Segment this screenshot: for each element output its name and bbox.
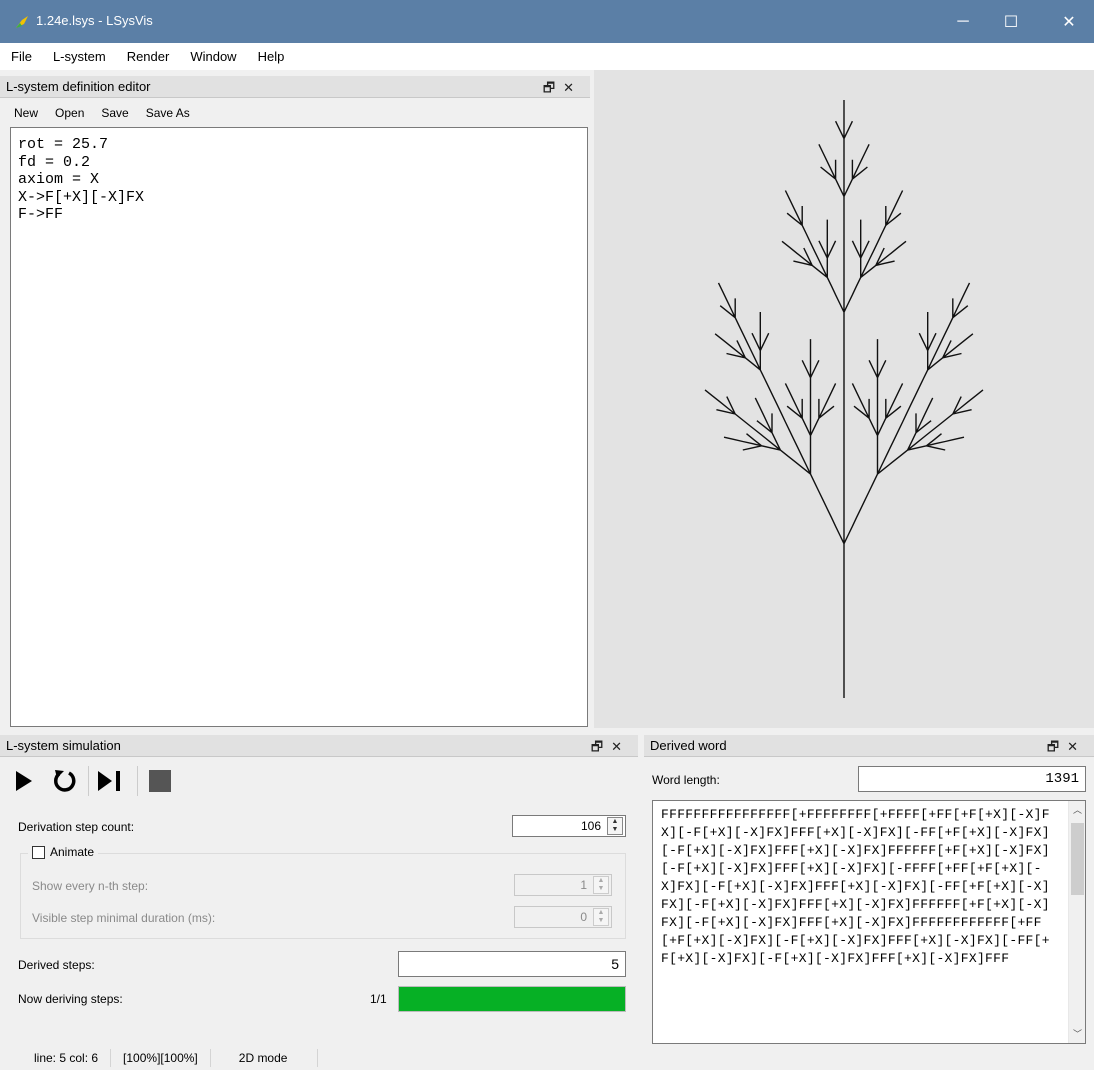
- progress-fill: [399, 987, 625, 1011]
- scroll-down-icon[interactable]: ﹀: [1069, 1025, 1085, 1043]
- scroll-thumb[interactable]: [1071, 823, 1084, 895]
- now-deriving-value: 1/1: [370, 992, 387, 1006]
- menu-l-system[interactable]: L-system: [50, 47, 109, 66]
- scroll-up-icon[interactable]: ︿: [1069, 801, 1085, 819]
- zoom-status: [100%][100%]: [111, 1049, 211, 1067]
- reset-icon[interactable]: [52, 768, 78, 794]
- min-duration-spinbox[interactable]: 0 ▲ ▼: [514, 906, 612, 928]
- close-button[interactable]: ✕: [1046, 0, 1092, 43]
- show-nth-spinbox[interactable]: 1 ▲ ▼: [514, 874, 612, 896]
- min-duration-label: Visible step minimal duration (ms):: [32, 911, 216, 925]
- dock-close-icon[interactable]: ✕: [611, 739, 630, 754]
- derived-word-textbox[interactable]: FFFFFFFFFFFFFFFF[+FFFFFFFF[+FFFF[+FF[+F[…: [652, 800, 1086, 1044]
- minimize-button[interactable]: ─: [940, 0, 986, 43]
- stop-icon[interactable]: [148, 769, 172, 793]
- editor-toolbar: New Open Save Save As: [12, 101, 205, 125]
- menu-render[interactable]: Render: [124, 47, 173, 66]
- tree-branches: [704, 100, 984, 698]
- render-mode: 2D mode: [211, 1049, 319, 1067]
- show-nth-label: Show every n-th step:: [32, 879, 149, 893]
- float-icon[interactable]: 🗗: [543, 80, 563, 95]
- cursor-position: line: 5 col: 6: [0, 1049, 112, 1067]
- simulation-dock-header: L-system simulation 🗗✕: [0, 735, 638, 757]
- derivation-step-label: Derivation step count:: [18, 820, 135, 834]
- render-canvas[interactable]: [594, 70, 1094, 728]
- word-length-label: Word length:: [652, 773, 720, 787]
- word-length-field: 1391: [858, 766, 1086, 792]
- lsystem-tree-render: [704, 100, 984, 698]
- save-button[interactable]: Save: [99, 104, 130, 122]
- lsystem-editor[interactable]: rot = 25.7 fd = 0.2 axiom = X X->F[+X][-…: [10, 127, 588, 727]
- title-bar: 1.24e.lsys - LSysVis ─ ☐ ✕: [0, 0, 1094, 43]
- derivation-step-spinbox[interactable]: 106 ▲ ▼: [512, 815, 626, 837]
- menu-window[interactable]: Window: [187, 47, 239, 66]
- menu-help[interactable]: Help: [255, 47, 288, 66]
- dock-close-icon[interactable]: ✕: [1067, 739, 1086, 754]
- maximize-button[interactable]: ☐: [988, 0, 1034, 43]
- play-icon[interactable]: [14, 769, 34, 793]
- spin-arrows-icon[interactable]: ▲ ▼: [593, 908, 609, 926]
- editor-dock-header: L-system definition editor 🗗✕: [0, 76, 590, 98]
- derived-word-dock-title: Derived word: [650, 738, 727, 753]
- menu-bar: File L-system Render Window Help: [0, 43, 1094, 70]
- derived-word-scrollbar[interactable]: ︿ ﹀: [1068, 801, 1085, 1043]
- status-bar: line: 5 col: 6 [100%][100%] 2D mode: [0, 1046, 1094, 1070]
- step-forward-icon[interactable]: [96, 769, 126, 793]
- simulation-dock-title: L-system simulation: [6, 738, 121, 753]
- spin-arrows-icon[interactable]: ▲ ▼: [607, 817, 623, 835]
- save-as-button[interactable]: Save As: [144, 104, 192, 122]
- editor-dock-title: L-system definition editor: [6, 79, 151, 94]
- app-icon: [16, 16, 28, 28]
- spin-arrows-icon[interactable]: ▲ ▼: [593, 876, 609, 894]
- derived-steps-field: 5: [398, 951, 626, 977]
- derived-steps-label: Derived steps:: [18, 958, 95, 972]
- menu-file[interactable]: File: [8, 47, 35, 66]
- window-title: 1.24e.lsys - LSysVis: [36, 13, 153, 28]
- derived-word-text: FFFFFFFFFFFFFFFF[+FFFFFFFF[+FFFF[+FF[+F[…: [661, 807, 1050, 966]
- dock-close-icon[interactable]: ✕: [563, 80, 582, 95]
- animate-checkbox[interactable]: [32, 845, 45, 859]
- derivation-progress-bar: [398, 986, 626, 1012]
- now-deriving-label: Now deriving steps:: [18, 992, 123, 1006]
- new-button[interactable]: New: [12, 104, 40, 122]
- derived-word-dock-header: Derived word 🗗✕: [644, 735, 1094, 757]
- float-icon[interactable]: 🗗: [1047, 739, 1067, 754]
- float-icon[interactable]: 🗗: [591, 739, 611, 754]
- open-button[interactable]: Open: [53, 104, 86, 122]
- animate-label: Animate: [50, 845, 95, 859]
